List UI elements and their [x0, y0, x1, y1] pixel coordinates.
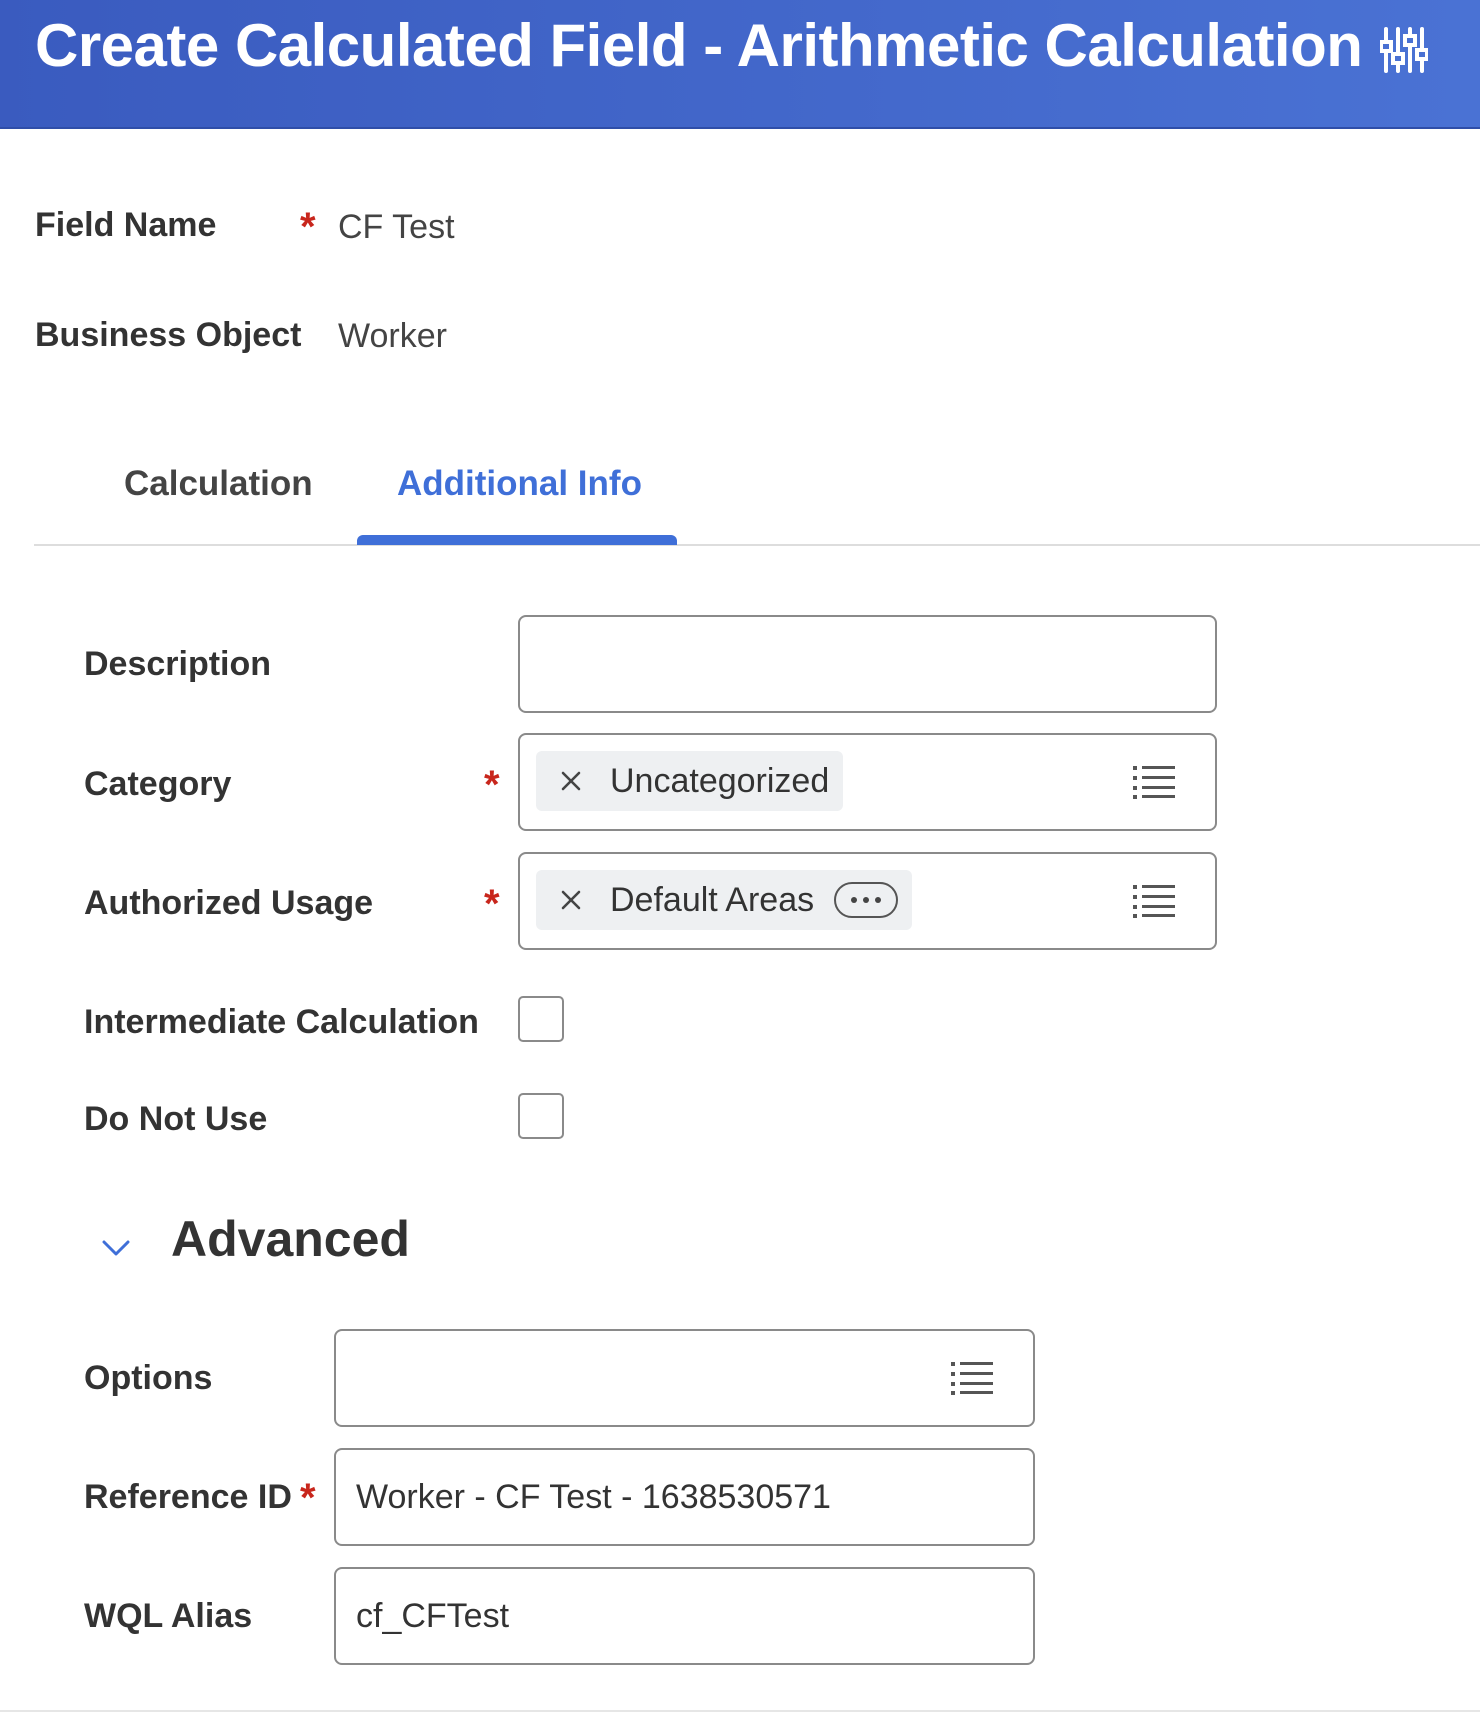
field-name-required-marker: * [300, 205, 316, 249]
business-object-label: Business Object [35, 316, 302, 354]
reference-id-label: Reference ID [84, 1478, 292, 1516]
intermediate-calculation-checkbox[interactable] [518, 996, 564, 1042]
authorized-usage-required-marker: * [484, 882, 500, 926]
category-selected-value: Uncategorized [610, 761, 830, 800]
page-header: Create Calculated Field - Arithmetic Cal… [0, 0, 1480, 129]
tab-additional-info[interactable]: Additional Info [397, 464, 642, 504]
authorized-usage-selected-value: Default Areas [610, 880, 815, 919]
business-object-value: Worker [338, 317, 447, 355]
active-tab-indicator [357, 535, 677, 545]
tab-bar: Calculation Additional Info [34, 440, 1480, 546]
advanced-chevron-down-icon[interactable] [100, 1232, 132, 1264]
more-options-icon[interactable] [834, 882, 899, 918]
options-list-icon[interactable] [951, 1361, 993, 1395]
wql-alias-label: WQL Alias [84, 1597, 253, 1635]
options-label: Options [84, 1359, 213, 1397]
remove-authorized-usage-icon[interactable] [558, 887, 584, 913]
authorized-usage-prompt-field[interactable]: Default Areas [518, 852, 1217, 950]
page-title: Create Calculated Field - Arithmetic Cal… [35, 12, 1363, 79]
reference-id-required-marker: * [300, 1476, 316, 1520]
remove-category-icon[interactable] [558, 768, 584, 794]
field-name-label: Field Name [35, 206, 217, 244]
category-prompt-field[interactable]: Uncategorized [518, 733, 1217, 831]
category-selected-pill: Uncategorized [536, 751, 844, 811]
options-prompt-field[interactable] [334, 1329, 1035, 1427]
intermediate-calculation-label: Intermediate Calculation [84, 1003, 479, 1041]
wql-alias-input[interactable] [334, 1567, 1035, 1665]
advanced-section-title[interactable]: Advanced [171, 1210, 410, 1268]
authorized-usage-list-icon[interactable] [1133, 884, 1175, 918]
authorized-usage-selected-pill: Default Areas [536, 870, 913, 930]
do-not-use-checkbox[interactable] [518, 1093, 564, 1139]
category-list-icon[interactable] [1133, 765, 1175, 799]
description-input[interactable] [518, 615, 1217, 713]
related-actions-sliders-icon[interactable] [1376, 22, 1432, 78]
footer-divider [0, 1710, 1480, 1712]
authorized-usage-label: Authorized Usage [84, 884, 374, 922]
tab-calculation[interactable]: Calculation [124, 464, 313, 504]
category-label: Category [84, 765, 232, 803]
field-name-value: CF Test [338, 208, 455, 246]
category-required-marker: * [484, 763, 500, 807]
description-label: Description [84, 645, 272, 683]
do-not-use-label: Do Not Use [84, 1100, 268, 1138]
reference-id-input[interactable] [334, 1448, 1035, 1546]
